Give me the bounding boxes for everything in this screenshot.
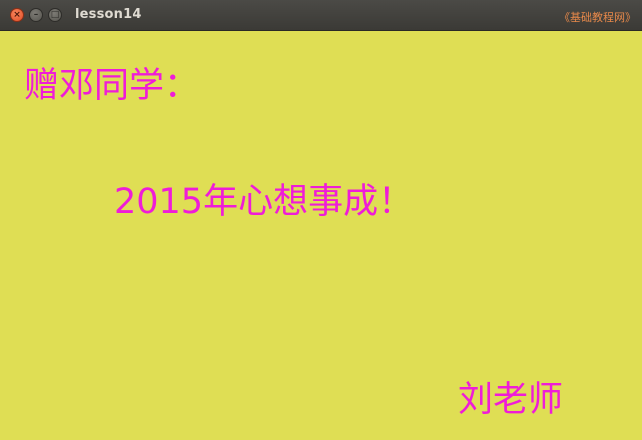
greeting-text: 赠邓同学： [24, 66, 200, 106]
wish-text: 2015年心想事成！ [114, 182, 414, 222]
minimize-button[interactable]: – [29, 8, 43, 22]
title-bar[interactable]: × – □ lesson14 《基础教程网》 [0, 0, 642, 31]
window-title: lesson14 [75, 7, 142, 22]
app-window: × – □ lesson14 《基础教程网》 赠邓同学： 2015年心想事成！ … [0, 0, 642, 440]
canvas-area: 赠邓同学： 2015年心想事成！ 刘老师 [0, 31, 642, 440]
signature-text: 刘老师 [458, 380, 564, 420]
maximize-button[interactable]: □ [48, 8, 62, 22]
watermark-text: 《基础教程网》 [559, 11, 636, 24]
close-button[interactable]: × [10, 8, 24, 22]
